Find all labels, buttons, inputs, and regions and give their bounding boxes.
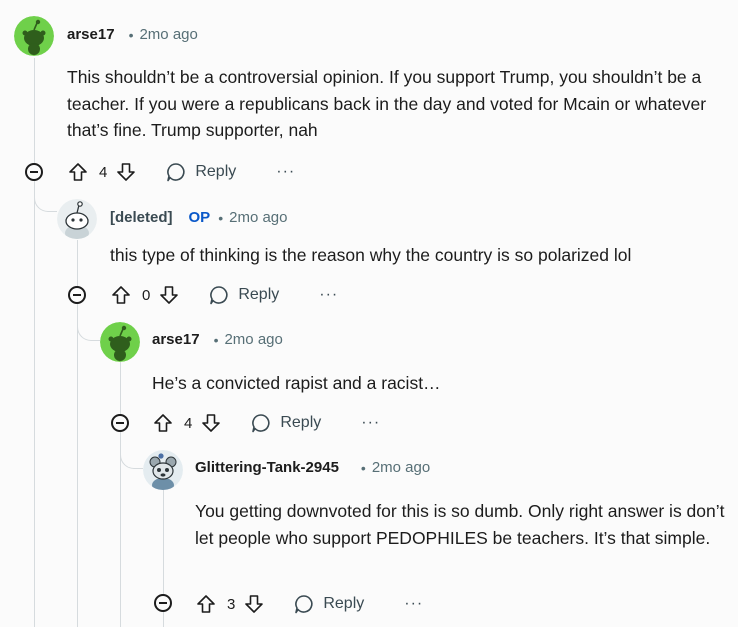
reply-button[interactable]: Reply (165, 161, 236, 183)
comment-body: He’s a convicted rapist and a racist… (152, 373, 441, 393)
collapse-thread-button[interactable] (25, 163, 43, 181)
snoo-green-icon (14, 16, 54, 56)
user-avatar[interactable] (143, 450, 183, 490)
vote-score: 4 (184, 414, 193, 432)
comment-body: this type of thinking is the reason why … (110, 245, 632, 265)
user-avatar[interactable] (14, 16, 54, 56)
comment-meta: arse17 • 2mo ago (67, 26, 198, 43)
username[interactable]: Glittering-Tank-2945 (195, 459, 339, 476)
reply-label: Reply (280, 414, 322, 431)
comment-bubble-icon (295, 595, 313, 614)
reply-button[interactable]: Reply (293, 593, 364, 615)
reply-label: Reply (195, 163, 237, 180)
comment-meta: arse17 • 2mo ago (152, 331, 283, 348)
collapse-thread-button[interactable] (154, 594, 172, 612)
snoo-custom-icon (143, 450, 183, 490)
upvote-icon[interactable] (152, 412, 174, 434)
timestamp[interactable]: 2mo ago (139, 26, 197, 43)
collapse-thread-button[interactable] (68, 286, 86, 304)
user-avatar[interactable] (100, 322, 140, 362)
comment-actions: 4 Reply ··· (67, 158, 295, 186)
comment-actions: 4 Reply ··· (152, 409, 380, 437)
snoo-green-icon (100, 322, 140, 362)
reply-label: Reply (238, 286, 280, 303)
comment-meta: [deleted] OP • 2mo ago (110, 209, 287, 226)
upvote-icon[interactable] (67, 161, 89, 183)
downvote-icon[interactable] (115, 161, 137, 183)
username[interactable]: arse17 (67, 26, 115, 43)
vote-score: 3 (227, 595, 236, 613)
user-avatar[interactable] (57, 199, 97, 239)
separator-dot: • (128, 26, 134, 43)
timestamp[interactable]: 2mo ago (229, 209, 287, 226)
separator-dot: • (213, 331, 219, 348)
downvote-icon[interactable] (158, 284, 180, 306)
vote-score: 0 (142, 286, 151, 304)
upvote-icon[interactable] (195, 593, 217, 615)
reply-button[interactable]: Reply (208, 284, 279, 306)
op-badge: OP (188, 209, 211, 226)
timestamp[interactable]: 2mo ago (372, 459, 430, 476)
comment-body: You getting downvoted for this is so dum… (195, 501, 725, 548)
more-options-button[interactable]: ··· (361, 415, 380, 431)
comment-bubble-icon (167, 163, 185, 182)
separator-dot: • (360, 459, 366, 476)
reply-label: Reply (323, 595, 365, 612)
separator-dot: • (218, 209, 224, 226)
timestamp[interactable]: 2mo ago (224, 331, 282, 348)
upvote-icon[interactable] (110, 284, 132, 306)
vote-score: 4 (99, 163, 108, 181)
comment-actions: 0 Reply ··· (110, 281, 338, 309)
downvote-icon[interactable] (200, 412, 222, 434)
username: [deleted] (110, 209, 173, 226)
reply-button[interactable]: Reply (250, 412, 321, 434)
downvote-icon[interactable] (243, 593, 265, 615)
collapse-thread-button[interactable] (111, 414, 129, 432)
more-options-button[interactable]: ··· (404, 596, 423, 612)
deleted-user-icon (57, 199, 97, 239)
comment-body: This shouldn’t be a controversial opinio… (67, 67, 707, 140)
comment-bubble-icon (252, 414, 270, 433)
username[interactable]: arse17 (152, 331, 200, 348)
more-options-button[interactable]: ··· (319, 287, 338, 303)
comment-bubble-icon (210, 286, 228, 305)
more-options-button[interactable]: ··· (276, 164, 295, 180)
comment-actions: 3 Reply ··· (195, 590, 423, 618)
comment-meta: Glittering-Tank-2945 • 2mo ago (195, 459, 430, 476)
